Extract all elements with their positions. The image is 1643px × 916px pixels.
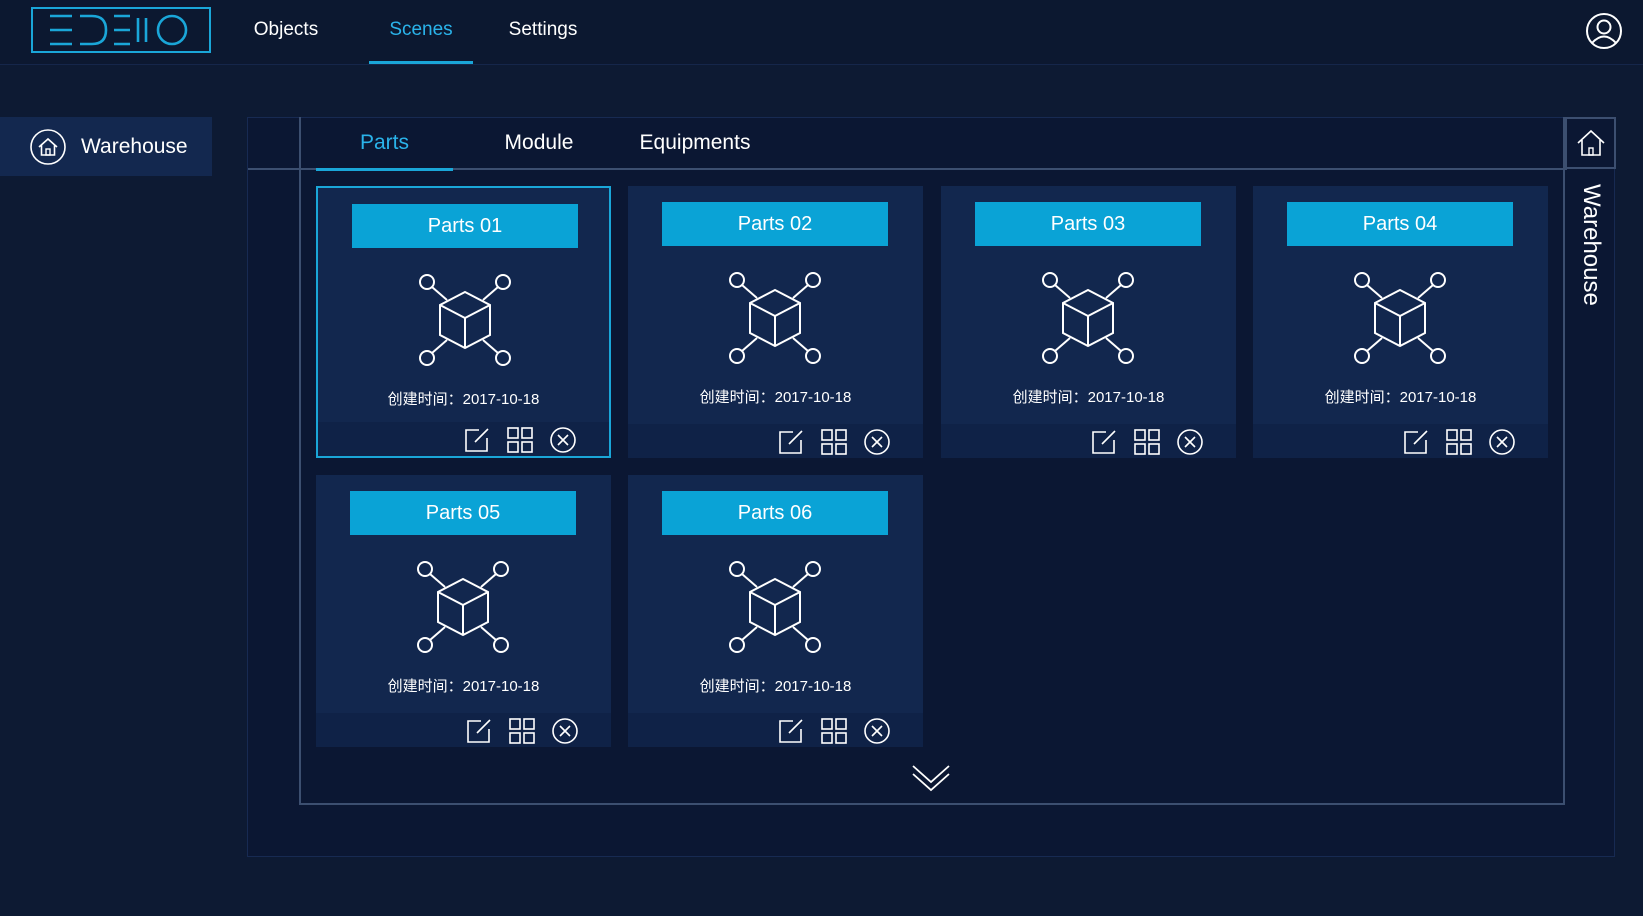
card-created-date: 创建时间：2017-10-18	[699, 389, 852, 406]
nav-objects[interactable]: Objects	[253, 0, 319, 64]
cube-network-icon	[1354, 272, 1446, 364]
home-icon	[30, 128, 66, 165]
part-card[interactable]: Parts 01 创建时间：2017-10-18	[316, 186, 611, 458]
panel-vertical-title: Warehouse	[1578, 184, 1605, 306]
part-card[interactable]: Parts 06 创建时间：2017-10-18	[628, 475, 923, 747]
sidebar-item-warehouse[interactable]: Warehouse	[0, 117, 212, 176]
delete-circle-x-icon[interactable]	[1488, 428, 1516, 456]
card-actions-bar	[941, 424, 1236, 458]
cube-network-icon	[1042, 272, 1134, 364]
logo[interactable]	[31, 7, 211, 53]
card-title: Parts 01	[352, 204, 578, 248]
card-created-date: 创建时间：2017-10-18	[699, 678, 852, 695]
card-title: Parts 03	[975, 202, 1201, 246]
nav-settings[interactable]: Settings	[506, 0, 580, 64]
cube-network-icon	[729, 272, 821, 364]
delete-circle-x-icon[interactable]	[863, 428, 891, 456]
scroll-down-chevron-icon[interactable]	[910, 760, 952, 792]
sidebar-item-label: Warehouse	[81, 134, 188, 158]
delete-circle-x-icon[interactable]	[1176, 428, 1204, 456]
card-title: Parts 06	[662, 491, 888, 535]
user-account-icon[interactable]	[1585, 12, 1623, 50]
edit-icon[interactable]	[1090, 428, 1118, 456]
card-actions-bar	[316, 713, 611, 747]
card-created-date: 创建时间：2017-10-18	[387, 391, 540, 408]
edit-icon[interactable]	[777, 717, 805, 745]
top-bar: Objects Scenes Settings	[0, 0, 1643, 65]
card-created-date: 创建时间：2017-10-18	[1012, 389, 1165, 406]
edit-icon[interactable]	[463, 426, 491, 454]
logo-mark-icon	[50, 14, 188, 46]
tab-equipments[interactable]: Equipments	[633, 117, 757, 170]
grid-view-icon[interactable]	[1133, 428, 1161, 456]
cube-network-icon	[417, 561, 509, 653]
card-title: Parts 05	[350, 491, 576, 535]
cube-network-icon	[729, 561, 821, 653]
card-created-date: 创建时间：2017-10-18	[1324, 389, 1477, 406]
card-actions-bar	[1253, 424, 1548, 458]
part-card[interactable]: Parts 02 创建时间：2017-10-18	[628, 186, 923, 458]
delete-circle-x-icon[interactable]	[863, 717, 891, 745]
card-title: Parts 02	[662, 202, 888, 246]
edit-icon[interactable]	[465, 717, 493, 745]
part-card[interactable]: Parts 03 创建时间：2017-10-18	[941, 186, 1236, 458]
grid-view-icon[interactable]	[820, 428, 848, 456]
grid-view-icon[interactable]	[820, 717, 848, 745]
part-card[interactable]: Parts 04 创建时间：2017-10-18	[1253, 186, 1548, 458]
grid-view-icon[interactable]	[508, 717, 536, 745]
tab-parts[interactable]: Parts	[316, 117, 453, 171]
grid-view-icon[interactable]	[1445, 428, 1473, 456]
nav-scenes[interactable]: Scenes	[369, 0, 473, 64]
home-icon	[1576, 129, 1605, 156]
edit-icon[interactable]	[777, 428, 805, 456]
panel-home-button[interactable]	[1565, 117, 1616, 169]
delete-circle-x-icon[interactable]	[549, 426, 577, 454]
delete-circle-x-icon[interactable]	[551, 717, 579, 745]
edit-icon[interactable]	[1402, 428, 1430, 456]
card-title: Parts 04	[1287, 202, 1513, 246]
grid-view-icon[interactable]	[506, 426, 534, 454]
card-actions-bar	[628, 713, 923, 747]
card-actions-bar	[318, 422, 609, 456]
part-card[interactable]: Parts 05 创建时间：2017-10-18	[316, 475, 611, 747]
card-created-date: 创建时间：2017-10-18	[387, 678, 540, 695]
tab-module[interactable]: Module	[497, 117, 581, 170]
cube-network-icon	[419, 274, 511, 366]
card-actions-bar	[628, 424, 923, 458]
